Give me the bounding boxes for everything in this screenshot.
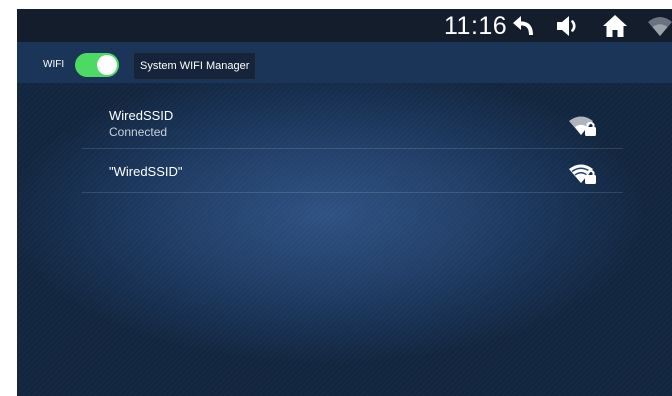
network-ssid: WiredSSID (109, 108, 174, 123)
system-wifi-manager-button[interactable]: System WIFI Manager (133, 52, 257, 80)
wifi-lock-icon (569, 116, 596, 136)
home-icon[interactable] (602, 13, 628, 39)
wifi-toolbar: WIFI System WIFI Manager (17, 42, 672, 83)
network-ssid: "WiredSSID" (109, 164, 183, 179)
volume-icon[interactable] (555, 13, 581, 39)
wifi-settings-screen: 11:16 WIFI System WIFI Manager WiredSSID… (17, 9, 672, 396)
network-status: Connected (109, 125, 168, 139)
back-arrow-icon[interactable] (511, 13, 537, 39)
network-item[interactable]: "WiredSSID" (82, 149, 623, 193)
wifi-signal-icon (648, 17, 672, 36)
wifi-label: WIFI (43, 59, 65, 70)
network-item-connected[interactable]: WiredSSID Connected (82, 106, 623, 149)
clock: 11:16 (444, 12, 508, 40)
wifi-lock-icon (569, 164, 596, 184)
toggle-knob (97, 55, 117, 75)
status-bar: 11:16 (17, 9, 672, 42)
wifi-toggle[interactable] (75, 53, 119, 77)
